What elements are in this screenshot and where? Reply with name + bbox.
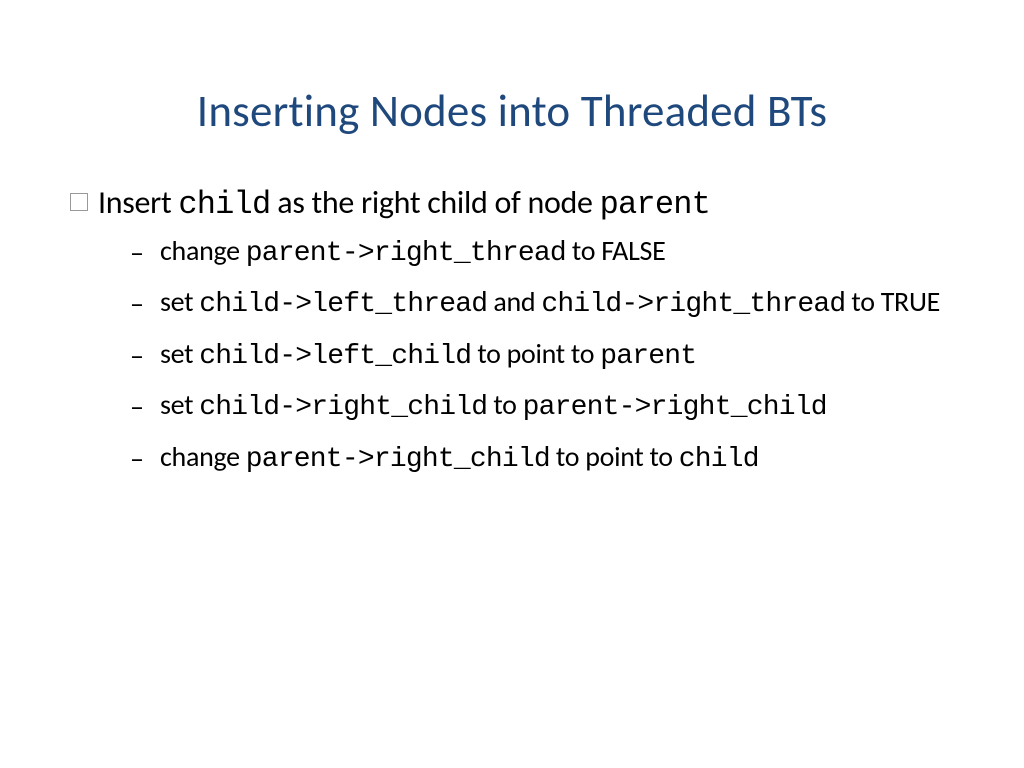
text-run: to [487, 387, 522, 422]
code-run: child->right_thread [541, 289, 845, 320]
sub-bullet: –change parent->right_thread to FALSE [130, 233, 1024, 272]
text-run: to point to [471, 336, 600, 371]
dash-icon: – [130, 235, 148, 270]
sub-bullet: –change parent->right_child to point to … [130, 439, 1024, 478]
dash-icon: – [130, 389, 148, 424]
code-run: child->left_child [199, 341, 471, 372]
sub-bullet-text: change parent->right_thread to FALSE [160, 233, 666, 272]
slide: Inserting Nodes into Threaded BTs Insert… [0, 84, 1024, 768]
sub-bullet-text: set child->left_child to point to parent [160, 336, 696, 375]
sub-bullet-text: set child->right_child to parent->right_… [160, 387, 827, 426]
sub-bullet-text: set child->left_thread and child->right_… [160, 284, 940, 323]
code-run: parent [600, 186, 710, 223]
code-run: parent [600, 341, 696, 372]
dash-icon: – [130, 286, 148, 321]
text-run: to FALSE [566, 233, 666, 268]
sub-bullet: –set child->right_child to parent->right… [130, 387, 1024, 426]
sub-bullet: –set child->left_child to point to paren… [130, 336, 1024, 375]
text-run: change [160, 233, 246, 268]
sub-bullet-text: change parent->right_child to point to c… [160, 439, 759, 478]
sub-bullet-list: –change parent->right_thread to FALSE–se… [130, 233, 1024, 478]
text-run: set [160, 336, 199, 371]
code-run: parent->right_child [523, 392, 827, 423]
dash-icon: – [130, 338, 148, 373]
slide-title: Inserting Nodes into Threaded BTs [0, 84, 1024, 139]
bullet-level1: Insert child as the right child of node … [70, 183, 1024, 223]
text-run: change [160, 439, 246, 474]
text-run: as the right child of node [270, 183, 599, 222]
text-run: and [487, 284, 541, 319]
code-run: child [178, 186, 270, 223]
slide-content: Insert child as the right child of node … [70, 183, 1024, 478]
text-run: set [160, 387, 199, 422]
sub-bullet: –set child->left_thread and child->right… [130, 284, 1024, 323]
text-run: to TRUE [845, 284, 940, 319]
code-run: parent->right_thread [246, 238, 566, 269]
code-run: child [679, 444, 759, 475]
code-run: child->left_thread [199, 289, 487, 320]
bullet-box-icon [70, 193, 88, 211]
code-run: parent->right_child [246, 444, 550, 475]
text-run: to point to [550, 439, 679, 474]
dash-icon: – [130, 441, 148, 476]
bullet-level1-text: Insert child as the right child of node … [98, 183, 710, 223]
code-run: child->right_child [199, 392, 487, 423]
text-run: Insert [98, 183, 178, 222]
text-run: set [160, 284, 199, 319]
